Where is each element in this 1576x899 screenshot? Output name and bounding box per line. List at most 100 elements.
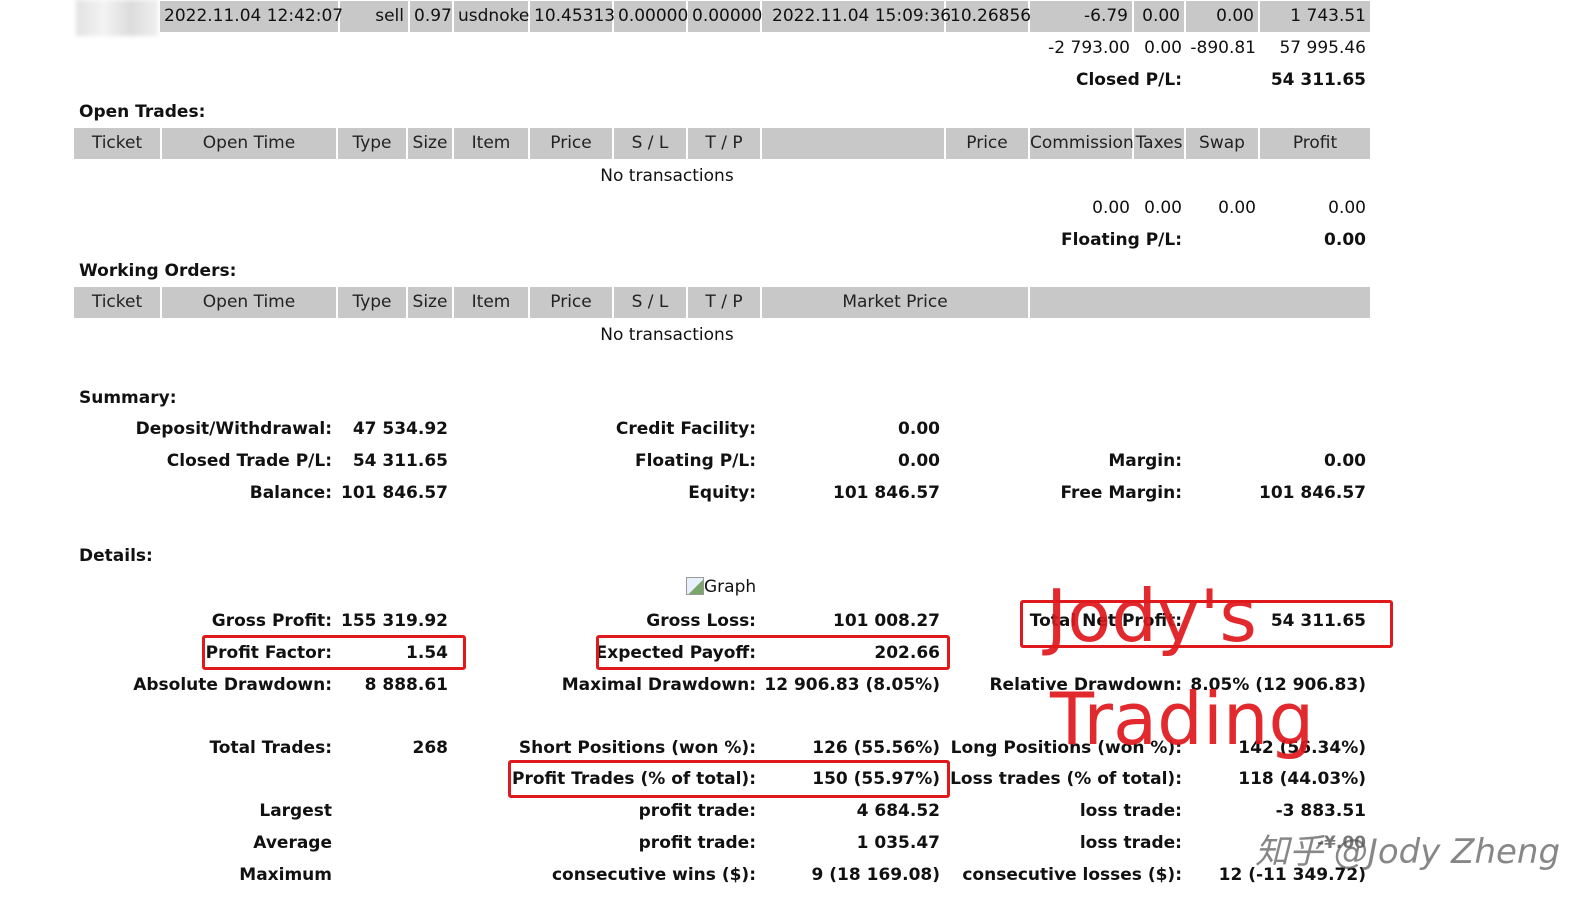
short-positions-value: 126 (55.56%) bbox=[812, 738, 940, 758]
open-swap-total: 0.00 bbox=[1218, 198, 1256, 218]
row-commission: -6.79 bbox=[1030, 1, 1134, 32]
closed-commission-total: -2 793.00 bbox=[1048, 38, 1130, 58]
short-positions-label: Short Positions (won %): bbox=[518, 738, 756, 758]
gross-loss-label: Gross Loss: bbox=[646, 611, 756, 631]
graph-alt-text: Graph bbox=[704, 577, 757, 597]
working-orders-title: Working Orders: bbox=[79, 261, 237, 281]
floating-pl-label: Floating P/L: bbox=[1060, 230, 1182, 250]
col-swap: Swap bbox=[1186, 128, 1260, 159]
loss-trades-label: Loss trades (% of total): bbox=[950, 769, 1182, 789]
margin-label: Margin: bbox=[1108, 451, 1182, 471]
wo-col-price: Price bbox=[530, 287, 614, 318]
closed-pl-label: Closed P/L: bbox=[1075, 70, 1182, 90]
col-price: Price bbox=[530, 128, 614, 159]
absolute-drawdown-value: 8 888.61 bbox=[364, 675, 448, 695]
wo-col-item: Item bbox=[454, 287, 530, 318]
maximal-drawdown-value: 12 906.83 (8.05%) bbox=[764, 675, 940, 695]
summary-floating-label: Floating P/L: bbox=[634, 451, 756, 471]
consecutive-losses-label: consecutive losses ($): bbox=[962, 865, 1182, 885]
open-trades-header: Ticket Open Time Type Size Item Price S … bbox=[74, 128, 1370, 159]
graph-image-placeholder: Graph bbox=[686, 576, 756, 598]
col-type: Type bbox=[338, 128, 408, 159]
margin-value: 0.00 bbox=[1324, 451, 1366, 471]
open-trades-empty: No transactions bbox=[600, 166, 734, 186]
blurred-ticket bbox=[76, 0, 158, 36]
largest-loss-label: loss trade: bbox=[1079, 801, 1182, 821]
row-taxes: 0.00 bbox=[1134, 1, 1186, 32]
closed-profit-total: 57 995.46 bbox=[1279, 38, 1366, 58]
maximum-label: Maximum bbox=[239, 865, 332, 885]
wo-col-size: Size bbox=[408, 287, 454, 318]
broken-image-icon bbox=[686, 577, 704, 595]
row-item: usdnoke bbox=[454, 1, 530, 32]
col-current-price: Price bbox=[946, 128, 1030, 159]
closed-trade-pl-value: 54 311.65 bbox=[352, 451, 448, 471]
row-profit: 1 743.51 bbox=[1290, 6, 1366, 26]
gross-profit-value: 155 319.92 bbox=[340, 611, 448, 631]
largest-profit-value: 4 684.52 bbox=[856, 801, 940, 821]
highlight-expected-payoff bbox=[596, 635, 950, 670]
credit-label: Credit Facility: bbox=[615, 419, 756, 439]
col-sl: S / L bbox=[614, 128, 688, 159]
gross-profit-label: Gross Profit: bbox=[211, 611, 332, 631]
free-margin-value: 101 846.57 bbox=[1258, 483, 1366, 503]
wo-col-open-time: Open Time bbox=[162, 287, 338, 318]
consecutive-wins-label: consecutive wins ($): bbox=[551, 865, 756, 885]
largest-loss-value: -3 883.51 bbox=[1275, 801, 1366, 821]
col-profit: Profit bbox=[1292, 133, 1338, 153]
summary-floating-value: 0.00 bbox=[898, 451, 940, 471]
absolute-drawdown-label: Absolute Drawdown: bbox=[133, 675, 332, 695]
working-orders-header: Ticket Open Time Type Size Item Price S … bbox=[74, 287, 1370, 318]
gross-loss-value: 101 008.27 bbox=[832, 611, 940, 631]
col-taxes: Taxes bbox=[1134, 128, 1186, 159]
balance-value: 101 846.57 bbox=[340, 483, 448, 503]
average-profit-label: profit trade: bbox=[638, 833, 756, 853]
row-size: 0.97 bbox=[410, 1, 454, 32]
deposit-label: Deposit/Withdrawal: bbox=[135, 419, 332, 439]
total-trades-value: 268 bbox=[412, 738, 449, 758]
row-sl: 0.00000 bbox=[614, 1, 688, 32]
details-title: Details: bbox=[79, 546, 153, 566]
closed-swap-total: -890.81 bbox=[1190, 38, 1256, 58]
row-close-price: 10.26856 bbox=[946, 1, 1031, 32]
free-margin-label: Free Margin: bbox=[1060, 483, 1182, 503]
col-size: Size bbox=[408, 128, 454, 159]
row-type: sell bbox=[340, 1, 410, 32]
watermark-trading: Trading bbox=[1050, 677, 1315, 761]
wo-col-sl: S / L bbox=[614, 287, 688, 318]
working-orders-empty: No transactions bbox=[600, 325, 734, 345]
wo-col-ticket: Ticket bbox=[74, 287, 162, 318]
floating-pl-value: 0.00 bbox=[1324, 230, 1366, 250]
highlight-profit-trades bbox=[508, 760, 950, 798]
row-open-time: 2022.11.04 12:42:07 bbox=[160, 1, 343, 32]
credit-value: 0.00 bbox=[898, 419, 940, 439]
col-commission: Commission bbox=[1030, 128, 1134, 159]
deposit-value: 47 534.92 bbox=[352, 419, 448, 439]
wo-col-market-price: Market Price bbox=[762, 287, 1030, 318]
col-ticket: Ticket bbox=[74, 128, 162, 159]
watermark-jodys: Jody's bbox=[1046, 574, 1257, 658]
open-profit-total: 0.00 bbox=[1328, 198, 1366, 218]
equity-label: Equity: bbox=[688, 483, 756, 503]
wo-col-blank bbox=[1030, 287, 1370, 318]
balance-label: Balance: bbox=[249, 483, 332, 503]
highlight-profit-factor bbox=[202, 635, 466, 670]
row-price: 10.45313 bbox=[530, 1, 615, 32]
col-tp: T / P bbox=[688, 128, 762, 159]
open-trades-title: Open Trades: bbox=[79, 102, 206, 122]
average-label: Average bbox=[253, 833, 332, 853]
average-profit-value: 1 035.47 bbox=[856, 833, 940, 853]
closed-trade-row: 2022.11.04 12:42:07 sell 0.97 usdnoke 10… bbox=[160, 1, 1370, 32]
open-taxes-total: 0.00 bbox=[1144, 198, 1182, 218]
wo-col-type: Type bbox=[338, 287, 408, 318]
summary-title: Summary: bbox=[79, 388, 177, 408]
equity-value: 101 846.57 bbox=[832, 483, 940, 503]
row-swap: 0.00 bbox=[1186, 1, 1260, 32]
total-trades-label: Total Trades: bbox=[209, 738, 332, 758]
maximal-drawdown-label: Maximal Drawdown: bbox=[561, 675, 756, 695]
closed-taxes-total: 0.00 bbox=[1144, 38, 1182, 58]
row-close-time: 2022.11.04 15:09:36 bbox=[762, 1, 951, 32]
col-item: Item bbox=[454, 128, 530, 159]
col-open-time: Open Time bbox=[162, 128, 338, 159]
consecutive-wins-value: 9 (18 169.08) bbox=[811, 865, 940, 885]
